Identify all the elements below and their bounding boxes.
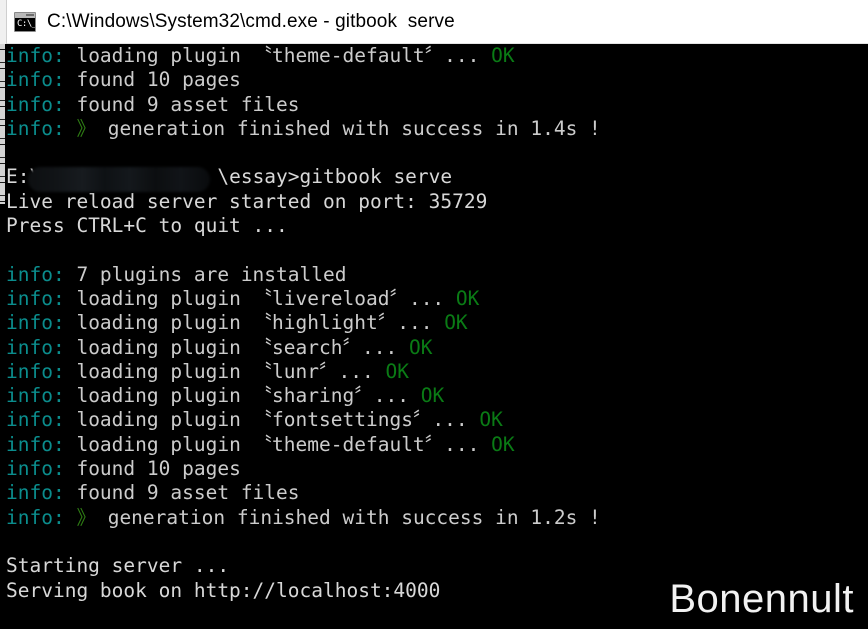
double-chevron-icon: 》: [76, 505, 108, 529]
log-level-prefix: info:: [6, 408, 77, 432]
log-level-prefix: info:: [6, 432, 77, 456]
status-ok-badge: OK: [491, 44, 515, 67]
console-line: info: loading plugin 〝lunr〞... OK: [6, 360, 868, 384]
log-level-prefix: info:: [6, 311, 77, 335]
console-scrollbar-strip[interactable]: [0, 44, 5, 204]
log-level-prefix: info:: [6, 384, 77, 408]
log-message: loading plugin 〝fontsettings〞...: [76, 408, 480, 432]
status-ok-badge: OK: [444, 311, 468, 335]
window-title: C:\Windows\System32\cmd.exe - gitbook se…: [47, 11, 455, 32]
log-level-prefix: info:: [6, 505, 77, 529]
status-ok-badge: OK: [455, 286, 480, 310]
log-message: loading plugin 〝theme-default〞...: [76, 432, 492, 456]
log-message: loading plugin 〝sharing〞...: [76, 384, 421, 408]
log-message: generation finished with success in 1.2s…: [107, 505, 601, 529]
log-level-prefix: info:: [6, 335, 77, 359]
log-message: Starting server ...: [6, 554, 230, 578]
titlebar[interactable]: C:\_ C:\Windows\System32\cmd.exe - gitbo…: [0, 0, 868, 44]
console-text-lines: info: loading plugin 〝theme-default〞... …: [6, 44, 868, 603]
status-ok-badge: OK: [420, 384, 445, 408]
console-output-area[interactable]: info: loading plugin 〝theme-default〞... …: [0, 44, 868, 629]
console-line: info: loading plugin 〝sharing〞... OK: [6, 384, 868, 408]
double-chevron-icon: 》: [76, 116, 108, 140]
console-line: Press CTRL+C to quit ...: [6, 214, 868, 238]
console-line: info: loading plugin 〝theme-default〞... …: [6, 433, 868, 457]
log-message: Press CTRL+C to quit ...: [6, 214, 288, 238]
prompt-path-prefix: E:\: [6, 165, 42, 189]
log-level-prefix: info:: [6, 481, 77, 505]
console-line: Starting server ...: [6, 554, 868, 578]
console-line: info: found 9 asset files: [6, 93, 868, 117]
log-level-prefix: info:: [6, 116, 77, 140]
console-line: info: loading plugin 〝theme-default〞... …: [6, 44, 868, 68]
titlebar-left-edge: [0, 0, 7, 44]
log-level-prefix: info:: [6, 457, 77, 481]
log-level-prefix: info:: [6, 68, 77, 92]
watermark-label: Bonennult: [669, 577, 854, 621]
log-level-prefix: info:: [6, 44, 77, 67]
log-message: generation finished with success in 1.4s…: [107, 116, 601, 140]
log-message: loading plugin 〝search〞...: [76, 335, 409, 359]
log-message: found 9 asset files: [76, 92, 300, 116]
log-message: Live reload server started on port: 3572…: [6, 189, 488, 213]
status-ok-badge: OK: [491, 432, 515, 456]
log-level-prefix: info:: [6, 286, 77, 310]
console-line: info: 》 generation finished with success…: [6, 506, 868, 530]
console-line: info: loading plugin 〝search〞... OK: [6, 336, 868, 360]
prompt-command: \essay>gitbook serve: [217, 165, 453, 189]
console-line: info: found 9 asset files: [6, 481, 868, 505]
cmd-console-icon: C:\_: [14, 11, 36, 32]
console-line: E:\ \essay>gitbook serve: [6, 165, 868, 189]
console-line: info: found 10 pages: [6, 68, 868, 92]
log-level-prefix: info:: [6, 262, 77, 286]
cmd-icon-prompt-glyph: C:\_: [17, 18, 36, 29]
log-message: found 9 asset files: [76, 481, 300, 505]
cmd-console-window: C:\_ C:\Windows\System32\cmd.exe - gitbo…: [0, 0, 868, 629]
status-ok-badge: OK: [408, 335, 433, 359]
log-message: found 10 pages: [76, 457, 241, 481]
redacted-path-spacer: [41, 165, 217, 188]
console-line: Live reload server started on port: 3572…: [6, 190, 868, 214]
log-message: found 10 pages: [76, 68, 241, 92]
console-line: info: loading plugin 〝fontsettings〞... O…: [6, 408, 868, 432]
log-level-prefix: info:: [6, 92, 77, 116]
status-ok-badge: OK: [385, 359, 409, 383]
log-message: Serving book on http://localhost:4000: [6, 578, 441, 602]
console-line: info: 7 plugins are installed: [6, 263, 868, 287]
console-line: info: loading plugin 〝highlight〞... OK: [6, 311, 868, 335]
log-message: loading plugin 〝highlight〞...: [76, 311, 445, 335]
console-line: info: loading plugin 〝livereload〞... OK: [6, 287, 868, 311]
log-message: 7 plugins are installed: [76, 262, 347, 286]
console-line: info: found 10 pages: [6, 457, 868, 481]
status-ok-badge: OK: [479, 408, 503, 432]
log-message: loading plugin 〝theme-default〞...: [76, 44, 492, 67]
log-level-prefix: info:: [6, 359, 77, 383]
log-message: loading plugin 〝livereload〞...: [76, 286, 456, 310]
console-line: info: 》 generation finished with success…: [6, 117, 868, 141]
log-message: loading plugin 〝lunr〞...: [76, 359, 386, 383]
